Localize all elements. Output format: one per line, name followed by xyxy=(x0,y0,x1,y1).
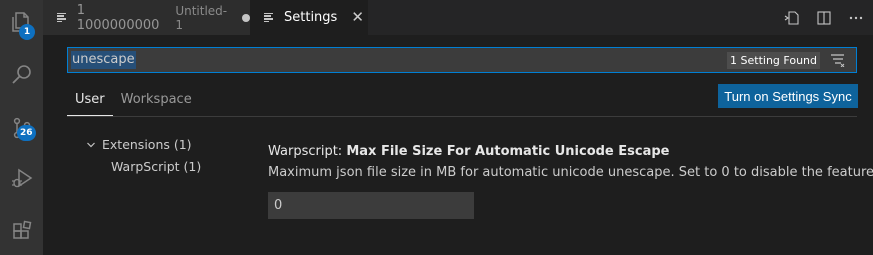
source-control-badge: 26 xyxy=(17,125,36,141)
settings-lines-icon xyxy=(264,12,276,23)
turn-on-settings-sync-button[interactable]: Turn on Settings Sync xyxy=(718,84,858,108)
results-count-badge: 1 Setting Found xyxy=(727,52,820,69)
search-icon xyxy=(11,65,31,84)
split-editor-icon xyxy=(817,10,831,25)
settings-toc: Extensions (1) WarpScript (1) xyxy=(86,134,201,178)
activity-extensions[interactable] xyxy=(0,209,43,253)
setting-item: Warpscript: Max File Size For Automatic … xyxy=(268,143,873,219)
tab-user[interactable]: User xyxy=(67,84,113,116)
activity-run-debug[interactable] xyxy=(0,156,43,200)
tab-untitled[interactable]: 1 1000000000 Untitled-1 xyxy=(43,0,251,35)
document-lines-icon xyxy=(57,12,69,23)
tab-description: Untitled-1 xyxy=(175,3,228,32)
toc-label: Extensions (1) xyxy=(102,137,192,152)
unsaved-dot-icon[interactable] xyxy=(242,13,251,22)
open-settings-json-button[interactable] xyxy=(781,7,803,29)
search-query: unescape xyxy=(71,51,136,69)
filter-settings-icon[interactable] xyxy=(830,53,846,67)
setting-label: Max File Size For Automatic Unicode Esca… xyxy=(346,144,670,159)
more-actions-button[interactable] xyxy=(845,7,867,29)
chevron-down-icon xyxy=(87,142,95,148)
toc-label: WarpScript (1) xyxy=(111,159,202,174)
close-icon[interactable]: ✕ xyxy=(351,10,364,25)
toc-item-extensions[interactable]: Extensions (1) xyxy=(86,134,201,156)
editor-tab-bar: 1 1000000000 Untitled-1 Settings ✕ xyxy=(43,0,873,35)
vscode-window: 1 26 1 1000000000 Untitled-1 Settings ✕ … xyxy=(0,0,873,255)
activity-search[interactable] xyxy=(0,53,43,97)
more-icon xyxy=(849,16,863,19)
activity-bar: 1 26 xyxy=(0,0,43,255)
split-editor-button[interactable] xyxy=(813,7,835,29)
tab-title: 1 1000000000 xyxy=(76,2,160,33)
setting-value-input[interactable]: 0 xyxy=(268,192,474,219)
explorer-badge: 1 xyxy=(19,24,35,40)
tab-settings[interactable]: Settings ✕ xyxy=(250,0,368,35)
activity-source-control[interactable]: 26 xyxy=(0,106,43,150)
open-file-icon xyxy=(784,10,799,25)
scope-divider xyxy=(67,116,857,117)
setting-category: Warpscript: xyxy=(268,144,347,159)
tab-title: Settings xyxy=(284,10,338,25)
toc-item-warpscript[interactable]: WarpScript (1) xyxy=(86,156,201,178)
setting-title: Warpscript: Max File Size For Automatic … xyxy=(268,143,873,161)
editor-actions xyxy=(781,0,867,35)
setting-description: Maximum json file size in MB for automat… xyxy=(268,165,873,180)
activity-explorer[interactable]: 1 xyxy=(0,0,43,44)
extensions-icon xyxy=(12,220,31,239)
run-debug-icon xyxy=(11,168,32,188)
tab-workspace[interactable]: Workspace xyxy=(113,84,200,116)
settings-search-input[interactable]: unescape 1 Setting Found xyxy=(67,47,857,73)
settings-scope-tabs: User Workspace xyxy=(67,84,200,116)
